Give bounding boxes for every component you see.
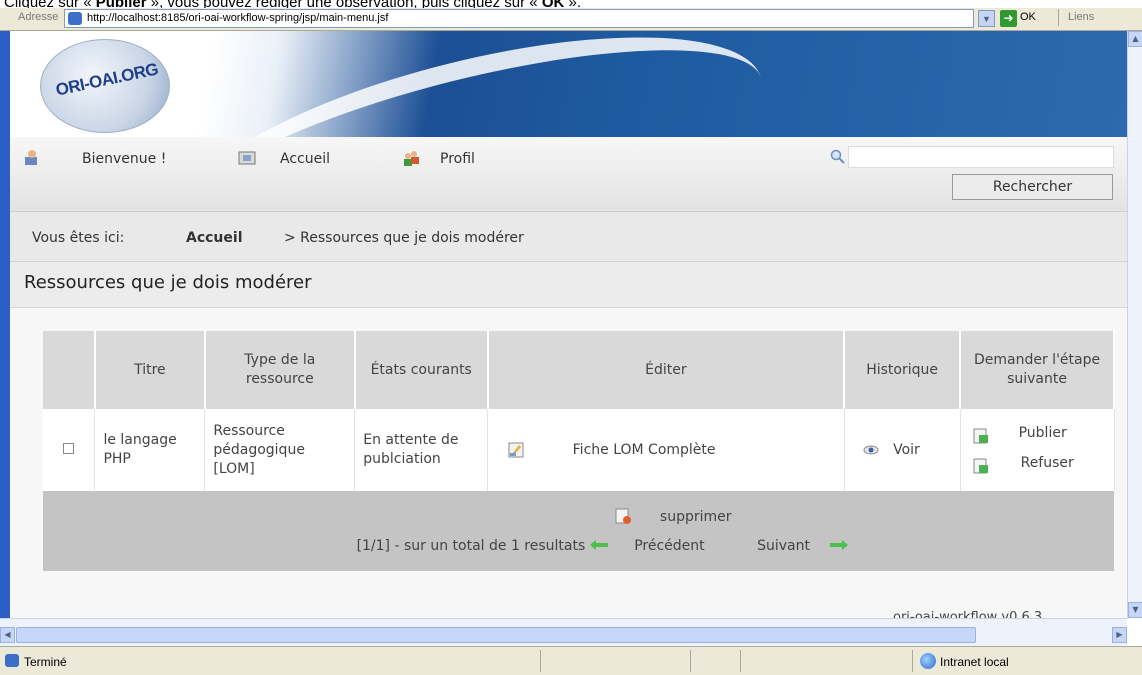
horizontal-scrollbar[interactable]: ◀ ▶ <box>0 618 1127 646</box>
intranet-zone-icon <box>920 653 936 669</box>
header-type: Type de la ressource <box>204 331 356 409</box>
nav-profile[interactable]: Profil <box>440 151 475 167</box>
site-logo[interactable]: ORI-OAI.ORG <box>40 39 170 133</box>
status-divider <box>690 650 691 672</box>
address-dropdown-icon[interactable]: ▼ <box>978 10 995 27</box>
nav-home[interactable]: Accueil <box>280 151 330 167</box>
address-label: Adresse <box>18 11 59 23</box>
edit-icon[interactable] <box>508 442 524 458</box>
header-title: Titre <box>94 331 206 409</box>
nav-welcome[interactable]: Bienvenue ! <box>82 151 166 167</box>
address-url: http://localhost:8185/ori-oai-workflow-s… <box>87 12 389 24</box>
row-title: le langage PHP <box>94 409 206 491</box>
home-icon <box>238 151 256 165</box>
publish-action[interactable]: Publier <box>969 424 1106 446</box>
banner-swoosh <box>157 31 783 137</box>
breadcrumb-current: > Ressources que je dois modérer <box>284 230 524 246</box>
users-icon <box>404 151 419 166</box>
address-field[interactable]: http://localhost:8185/ori-oai-workflow-s… <box>64 9 974 28</box>
ie-status-icon <box>5 654 19 667</box>
search-button[interactable]: Rechercher <box>952 174 1113 200</box>
security-zone: Intranet local <box>940 655 1009 669</box>
header-states: États courants <box>354 331 489 409</box>
delete-link[interactable]: supprimer <box>660 509 732 525</box>
reject-action[interactable]: Refuser <box>969 454 1106 476</box>
scroll-right-icon[interactable]: ▶ <box>1112 627 1127 643</box>
scroll-thumb[interactable] <box>16 627 976 643</box>
scroll-up-icon[interactable]: ▲ <box>1128 31 1142 47</box>
page-title-bar: Ressources que je dois modérer <box>10 262 1127 308</box>
vertical-scrollbar[interactable]: ▲ ▼ <box>1127 31 1142 618</box>
pagination-summary: [1/1] - sur un total de 1 resultats <box>356 538 586 554</box>
status-text: Terminé <box>24 655 67 669</box>
status-bar: Terminé Intranet local <box>0 646 1142 675</box>
page-title: Ressources que je dois modérer <box>24 272 312 293</box>
breadcrumb: Vous êtes ici: Accueil > Ressources que … <box>10 212 1127 262</box>
table-header-row: Titre Type de la ressource États courant… <box>43 331 1115 409</box>
header-edit: Éditer <box>487 331 846 409</box>
breadcrumb-label: Vous êtes ici: <box>32 230 125 246</box>
header-next-step: Demander l'étape suivante <box>960 331 1115 409</box>
window-frame-left <box>0 31 10 646</box>
table-footer-row: supprimer [1/1] - sur un total de 1 resu… <box>43 491 1114 571</box>
eye-icon[interactable] <box>863 442 879 458</box>
row-type: Ressource pédagogique [LOM] <box>204 409 356 491</box>
row-checkbox[interactable] <box>63 442 75 454</box>
magnifier-icon <box>830 149 845 164</box>
status-divider <box>912 650 913 672</box>
ie-page-icon <box>68 12 82 25</box>
pagination: [1/1] - sur un total de 1 resultats Préc… <box>51 532 1106 560</box>
status-divider <box>740 650 741 672</box>
row-select-cell <box>43 409 96 491</box>
previous-link[interactable]: Précédent <box>634 538 704 554</box>
row-edit-cell: Fiche LOM Complète <box>487 409 845 491</box>
publish-icon <box>973 428 988 444</box>
header-select <box>43 331 96 409</box>
row-history-cell: Voir <box>844 409 961 491</box>
site-banner: ORI-OAI.ORG <box>10 31 1127 137</box>
arrow-right-icon[interactable] <box>830 540 849 550</box>
breadcrumb-home-link[interactable]: Accueil <box>186 230 243 246</box>
delete-action[interactable]: supprimer <box>51 502 1106 532</box>
arrow-left-icon[interactable] <box>589 540 608 550</box>
address-bar: Adresse http://localhost:8185/ori-oai-wo… <box>0 8 1142 31</box>
reject-link[interactable]: Refuser <box>1021 454 1074 473</box>
links-toolbar[interactable]: Liens <box>1057 9 1094 26</box>
go-arrow-icon[interactable]: ➜ <box>1000 10 1017 27</box>
search-input[interactable] <box>848 146 1114 168</box>
status-divider <box>540 650 541 672</box>
row-state: En attente de publciation <box>354 409 489 491</box>
delete-icon <box>615 508 632 524</box>
table-row: le langage PHP Ressource pédagogique [LO… <box>43 409 1115 491</box>
next-link[interactable]: Suivant <box>757 538 810 554</box>
history-view-link[interactable]: Voir <box>893 442 920 458</box>
top-navigation: Bienvenue ! Accueil Profil Rechercher <box>10 137 1127 212</box>
publish-link[interactable]: Publier <box>1019 424 1067 443</box>
reject-icon <box>973 458 988 474</box>
go-button[interactable]: OK <box>1020 11 1036 23</box>
scroll-left-icon[interactable]: ◀ <box>0 627 15 643</box>
table-footer: supprimer [1/1] - sur un total de 1 resu… <box>43 491 1114 571</box>
scroll-down-icon[interactable]: ▼ <box>1128 602 1142 618</box>
logo-text: ORI-OAI.ORG <box>54 59 160 100</box>
header-history: Historique <box>844 331 962 409</box>
results-table: Titre Type de la ressource États courant… <box>43 331 1115 571</box>
row-actions-cell: Publier Refuser <box>960 409 1115 491</box>
user-icon <box>25 150 37 165</box>
edit-lom-link[interactable]: Fiche LOM Complète <box>573 442 716 458</box>
